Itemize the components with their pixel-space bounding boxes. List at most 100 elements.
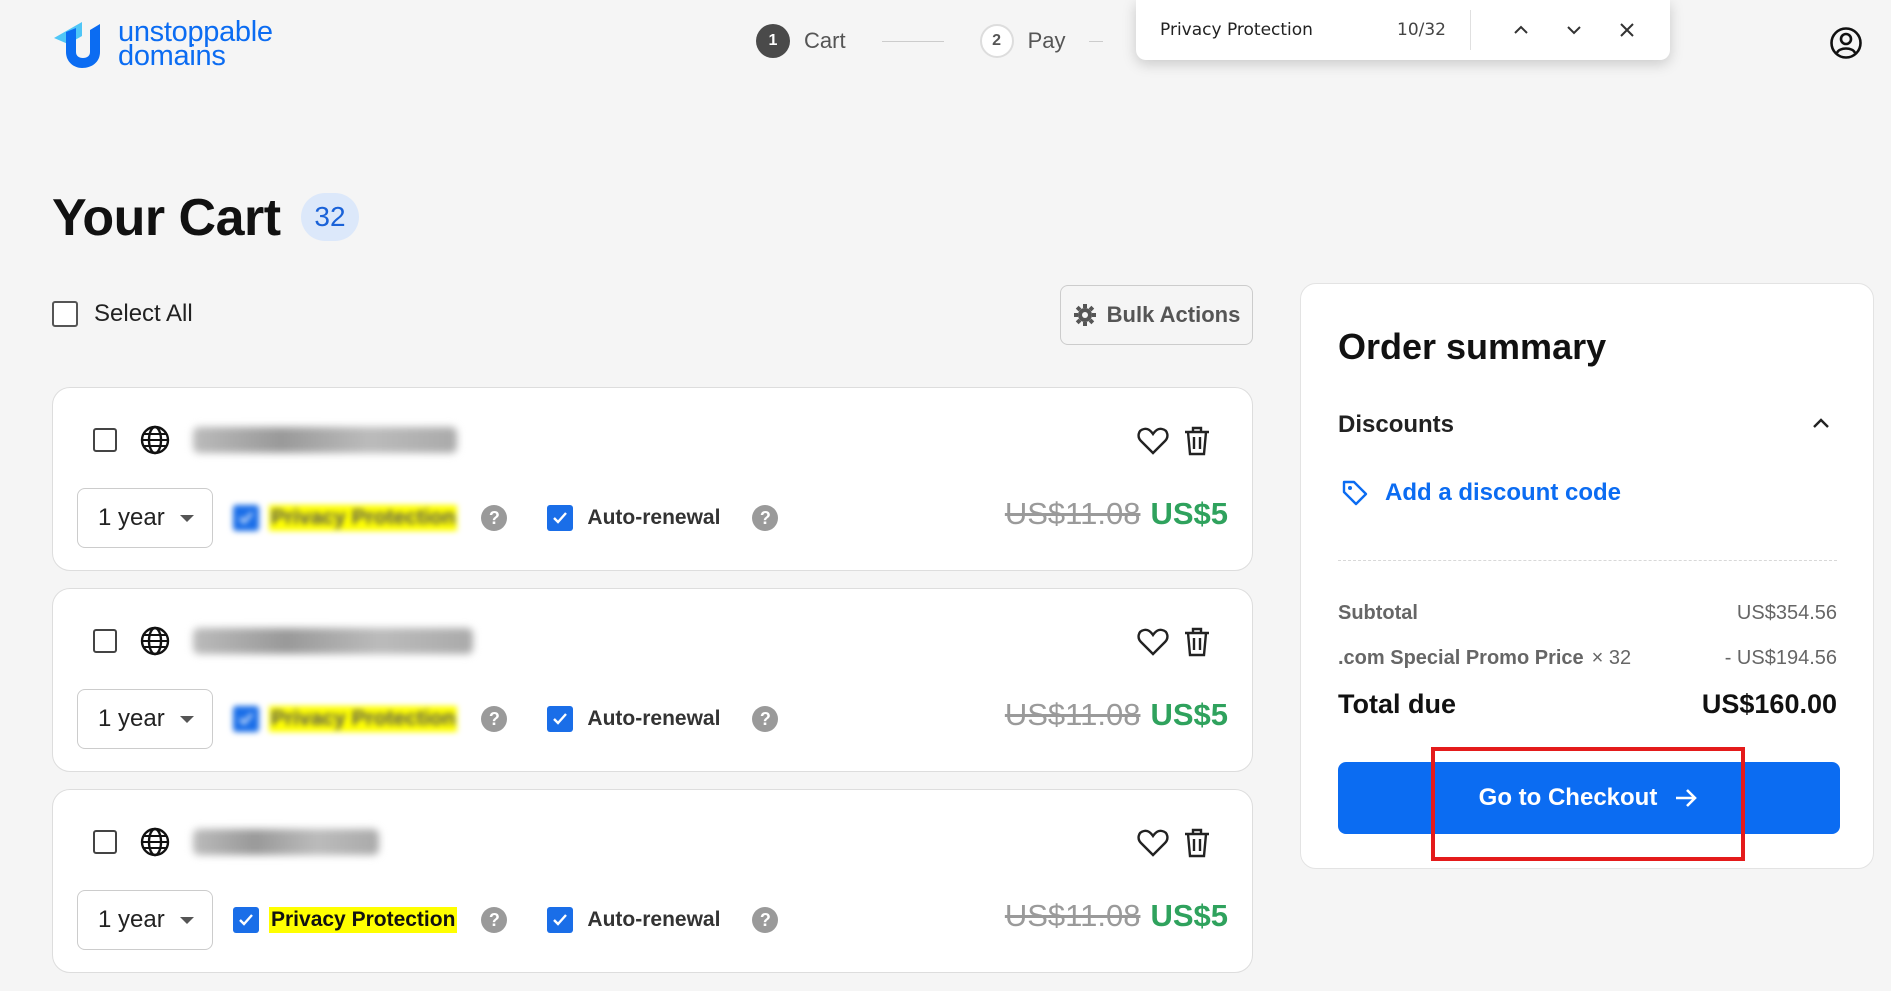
help-icon[interactable]: ? <box>481 505 508 531</box>
auto-renewal-label: Auto-renewal <box>587 506 721 529</box>
domain-name-redacted <box>193 829 379 855</box>
chevron-up-icon[interactable] <box>1809 412 1833 436</box>
find-in-page-bar: Privacy Protection 10/32 <box>1136 0 1670 60</box>
term-select[interactable]: 1 year <box>77 890 213 950</box>
add-discount-label: Add a discount code <box>1385 479 1622 506</box>
divider <box>1338 560 1837 561</box>
discounts-label: Discounts <box>1338 411 1455 438</box>
globe-icon <box>140 827 170 857</box>
privacy-protection-label: Privacy Protection <box>269 907 458 933</box>
order-summary-title: Order summary <box>1338 326 1607 367</box>
domain-name-redacted <box>193 628 473 654</box>
privacy-protection-label: Privacy Protection <box>269 706 458 732</box>
brand-logo[interactable]: unstoppable domains <box>52 18 273 71</box>
caret-down-icon <box>180 917 194 924</box>
trash-icon[interactable] <box>1180 625 1214 659</box>
tag-icon <box>1342 480 1368 506</box>
check-icon <box>553 713 568 725</box>
help-icon[interactable]: ? <box>752 706 779 732</box>
annotation-highlight-box <box>1431 747 1745 861</box>
original-price: US$11.08 <box>1004 898 1141 933</box>
privacy-checkbox[interactable] <box>233 907 259 933</box>
step-pay: 2 Pay <box>979 24 1066 58</box>
term-select[interactable]: 1 year <box>77 488 213 548</box>
check-icon <box>239 914 253 926</box>
help-icon[interactable]: ? <box>481 706 508 732</box>
select-all-label: Select All <box>94 300 193 327</box>
check-icon <box>553 914 568 926</box>
help-icon[interactable]: ? <box>481 907 508 933</box>
bulk-actions-label: Bulk Actions <box>1106 302 1241 327</box>
original-price: US$11.08 <box>1004 697 1141 732</box>
step-label: Pay <box>1027 28 1066 53</box>
check-icon <box>239 713 253 725</box>
find-previous-button[interactable] <box>1502 11 1540 49</box>
gear-icon <box>1073 304 1096 326</box>
trash-icon[interactable] <box>1180 424 1214 458</box>
subtotal-label: Subtotal <box>1338 602 1418 624</box>
item-checkbox[interactable] <box>93 629 117 653</box>
chevron-up-icon <box>1514 25 1528 34</box>
step-cart: 1 Cart <box>756 24 846 58</box>
find-match-count: 10/32 <box>1397 20 1446 40</box>
auto-renewal-checkbox[interactable] <box>547 907 574 933</box>
privacy-checkbox[interactable] <box>233 706 259 732</box>
promo-label: .com Special Promo Price <box>1338 647 1584 669</box>
heart-icon[interactable] <box>1136 424 1170 458</box>
add-discount-code-link[interactable]: Add a discount code <box>1341 479 1621 507</box>
step-label: Cart <box>804 28 846 53</box>
term-select[interactable]: 1 year <box>77 689 213 749</box>
term-value: 1 year <box>98 504 165 531</box>
select-all[interactable]: Select All <box>52 300 193 328</box>
sale-price: US$5 <box>1150 697 1228 732</box>
heart-icon[interactable] <box>1136 625 1170 659</box>
auto-renewal-label: Auto-renewal <box>587 707 721 730</box>
domain-name-redacted <box>193 427 457 453</box>
term-value: 1 year <box>98 705 165 732</box>
original-price: US$11.08 <box>1004 496 1141 531</box>
auto-renewal-checkbox[interactable] <box>547 505 574 531</box>
subtotal-row: Subtotal US$354.56 <box>1338 602 1837 625</box>
close-icon <box>1620 23 1634 37</box>
caret-down-icon <box>180 515 194 522</box>
cart-count-badge: 32 <box>301 193 359 241</box>
globe-icon <box>140 626 170 656</box>
divider <box>1470 10 1471 50</box>
checkout-stepper: 1 Cart 2 Pay <box>756 24 1104 58</box>
sale-price: US$5 <box>1150 898 1228 933</box>
account-icon[interactable] <box>1829 26 1863 60</box>
total-label: Total due <box>1338 689 1456 719</box>
globe-icon <box>140 425 170 455</box>
cart-item: 1 year Privacy Protection ? Auto-renewal… <box>52 789 1253 973</box>
term-value: 1 year <box>98 906 165 933</box>
trash-icon[interactable] <box>1180 826 1214 860</box>
item-checkbox[interactable] <box>93 428 117 452</box>
step-connector <box>881 40 944 42</box>
promo-multiplier: × 32 <box>1591 647 1632 669</box>
heart-icon[interactable] <box>1136 826 1170 860</box>
step-number: 1 <box>756 24 790 58</box>
help-icon[interactable]: ? <box>752 505 779 531</box>
promo-value: - US$194.56 <box>1724 647 1837 669</box>
step-connector <box>1089 40 1104 42</box>
select-all-checkbox[interactable] <box>52 301 78 327</box>
promo-row: .com Special Promo Price × 32 - US$194.56 <box>1338 647 1837 670</box>
check-icon <box>553 512 568 524</box>
help-icon[interactable]: ? <box>752 907 779 933</box>
bulk-actions-button[interactable]: Bulk Actions <box>1060 285 1253 345</box>
find-close-button[interactable] <box>1608 11 1646 49</box>
auto-renewal-label: Auto-renewal <box>587 908 721 931</box>
check-icon <box>239 512 253 524</box>
item-checkbox[interactable] <box>93 830 117 854</box>
privacy-protection-label: Privacy Protection <box>269 505 458 531</box>
privacy-checkbox[interactable] <box>233 505 259 531</box>
sale-price: US$5 <box>1150 496 1228 531</box>
total-value: US$160.00 <box>1701 689 1837 719</box>
find-next-button[interactable] <box>1555 11 1593 49</box>
chevron-down-icon <box>1567 26 1581 35</box>
step-number: 2 <box>979 24 1014 58</box>
total-row: Total due US$160.00 <box>1338 689 1837 720</box>
cart-item: 1 year Privacy Protection ? Auto-renewal… <box>52 588 1253 772</box>
find-query[interactable]: Privacy Protection <box>1160 20 1397 40</box>
auto-renewal-checkbox[interactable] <box>547 706 574 732</box>
